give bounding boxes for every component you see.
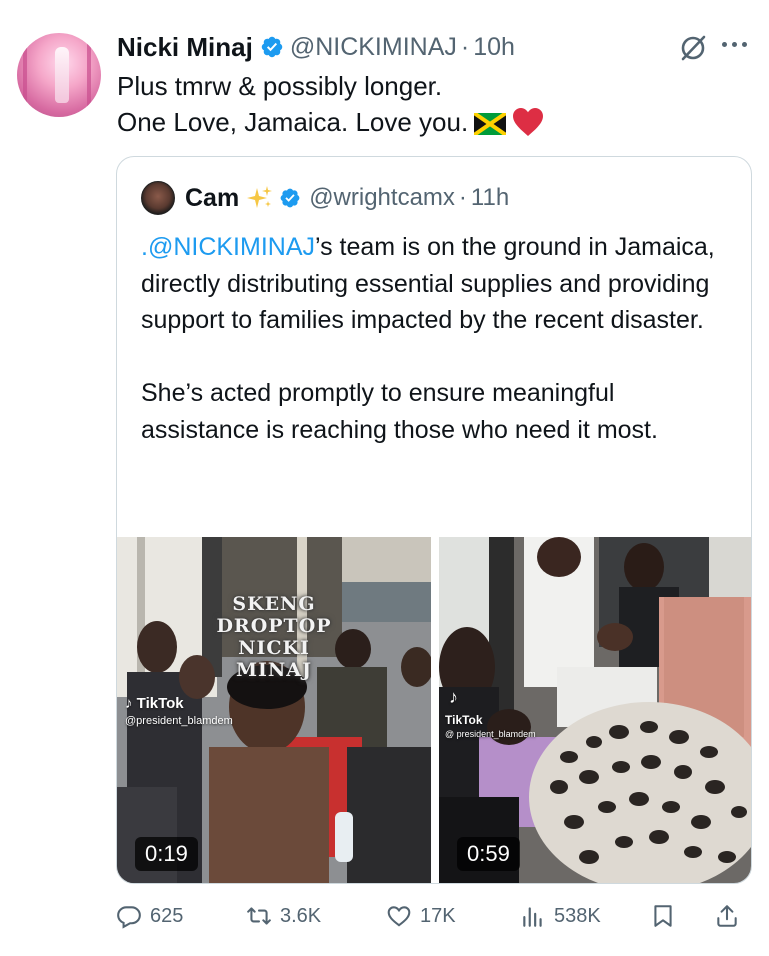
reply-icon xyxy=(117,906,141,929)
quote-author-name[interactable]: Cam xyxy=(185,184,239,213)
bookmark-icon xyxy=(654,905,672,927)
verified-badge-icon xyxy=(280,188,300,208)
quote-header: Cam @wrightcamx · 11h xyxy=(141,181,509,215)
bookmark-button[interactable] xyxy=(650,898,684,934)
quoted-tweet[interactable]: Cam @wrightcamx · 11h .@NICKIMINAJ’s tea… xyxy=(116,156,752,884)
like-icon xyxy=(387,906,411,927)
mention-link[interactable]: .@NICKIMINAJ xyxy=(141,233,315,261)
quote-paragraph-2: She’s acted promptly to ensure meaningfu… xyxy=(141,379,658,444)
tiktok-icon: ♪ xyxy=(125,695,133,712)
views-count: 538K xyxy=(554,904,601,927)
author-name[interactable]: Nicki Minaj xyxy=(117,32,253,63)
author-avatar[interactable] xyxy=(17,33,101,117)
action-bar: 625 3.6K 17K 538K xyxy=(116,898,752,934)
quote-text: .@NICKIMINAJ’s team is on the ground in … xyxy=(141,229,731,448)
repost-button[interactable]: 3.6K xyxy=(246,898,321,934)
tiktok-icon: ♪ xyxy=(449,687,458,707)
jamaica-flag-icon xyxy=(474,113,507,135)
video-thumbnail-1[interactable]: SKENG DROPTOP NICKI MINAJ ♪ TikTok @pres… xyxy=(117,537,431,883)
repost-icon xyxy=(247,907,271,925)
separator: · xyxy=(458,184,467,211)
timestamp[interactable]: 10h xyxy=(473,33,515,62)
share-icon xyxy=(717,905,737,927)
reply-count: 625 xyxy=(150,904,184,927)
quote-timestamp[interactable]: 11h xyxy=(471,184,509,212)
share-button[interactable] xyxy=(714,898,748,934)
verified-badge-icon xyxy=(261,36,283,58)
red-heart-icon xyxy=(513,108,544,136)
tweet-line-1: Plus tmrw & possibly longer. xyxy=(117,71,443,101)
reply-button[interactable]: 625 xyxy=(116,898,183,934)
quote-author-avatar[interactable] xyxy=(141,181,175,215)
quote-author-handle[interactable]: @wrightcamx xyxy=(309,184,455,212)
grok-icon[interactable] xyxy=(678,33,708,63)
tiktok-username: @ president_blamdem xyxy=(445,729,536,739)
separator: · xyxy=(460,32,470,61)
quote-paragraph-1: .@NICKIMINAJ’s team is on the ground in … xyxy=(141,233,715,334)
sparkles-icon xyxy=(247,186,273,208)
tweet-text: Plus tmrw & possibly longer. One Love, J… xyxy=(117,68,544,140)
tweet[interactable]: Nicki Minaj @NICKIMINAJ · 10h Plus tmrw … xyxy=(0,0,769,956)
tiktok-username: @president_blamdem xyxy=(125,715,233,727)
video-overlay-caption: SKENG DROPTOP NICKI MINAJ xyxy=(216,593,332,681)
tiktok-watermark: ♪ TikTok xyxy=(125,695,184,712)
views-button[interactable]: 538K xyxy=(520,898,601,934)
views-icon xyxy=(523,907,542,927)
like-count: 17K xyxy=(420,904,456,927)
tweet-line-2: One Love, Jamaica. Love you. xyxy=(117,107,469,137)
more-icon[interactable] xyxy=(722,42,752,52)
video-thumbnail-2[interactable]: ♪ TikTok @ president_blamdem 0:59 xyxy=(439,537,751,883)
tweet-header: Nicki Minaj @NICKIMINAJ · 10h xyxy=(117,30,515,64)
video-duration: 0:59 xyxy=(457,837,520,871)
video-scene-2 xyxy=(439,537,751,883)
like-button[interactable]: 17K xyxy=(386,898,456,934)
tiktok-watermark: TikTok xyxy=(445,713,483,727)
repost-count: 3.6K xyxy=(280,904,322,927)
author-handle[interactable]: @NICKIMINAJ xyxy=(290,33,457,62)
video-duration: 0:19 xyxy=(135,837,198,871)
